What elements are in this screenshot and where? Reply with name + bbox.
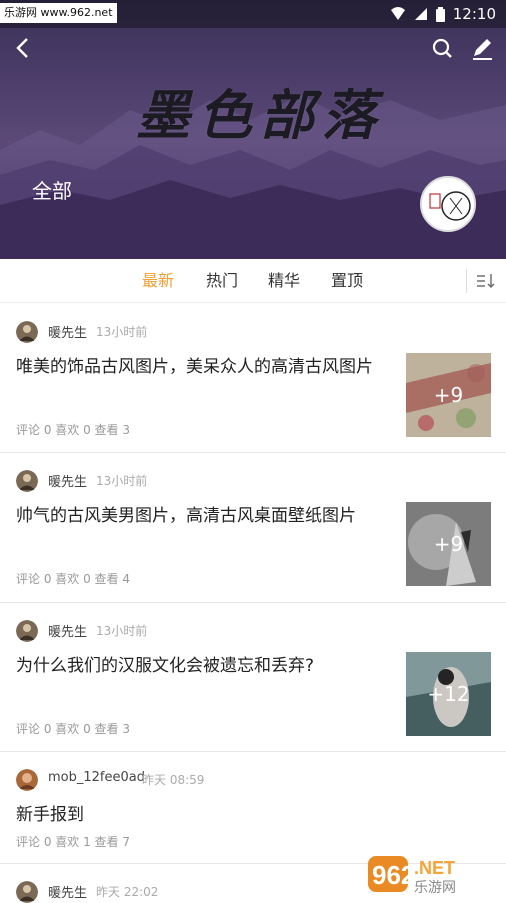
post-thumbnail[interactable]: +9 — [406, 502, 491, 586]
category-label[interactable]: 全部 — [32, 175, 72, 204]
post-title[interactable]: 帅气的古风美男图片，高清古风桌面壁纸图片 — [16, 501, 356, 526]
post-author[interactable]: 暖先生 — [48, 471, 87, 490]
compose-button[interactable] — [468, 34, 498, 64]
status-icons: 12:10 — [390, 4, 496, 24]
tab-bar: 最新 热门 精华 置顶 — [0, 259, 506, 303]
avatar[interactable] — [16, 620, 38, 642]
post-thumbnail[interactable]: +9 — [406, 353, 491, 437]
signal-icon — [414, 8, 427, 20]
post-title[interactable]: 唯美的饰品古风图片，美呆众人的高清古风图片 — [16, 352, 373, 377]
post-item[interactable]: 暖先生 13小时前 唯美的饰品古风图片，美呆众人的高清古风图片 评论 0 喜欢 … — [0, 304, 506, 453]
post-author[interactable]: 暖先生 — [48, 322, 87, 341]
post-stats: 评论 0 喜欢 0 查看 3 — [16, 423, 130, 437]
site-watermark: 乐游网 www.962.net — [0, 3, 117, 23]
tab-hot[interactable]: 热门 — [206, 259, 238, 303]
post-stats: 评论 0 喜欢 0 查看 3 — [16, 722, 130, 736]
svg-text:962: 962 — [372, 860, 415, 890]
post-item[interactable]: 暖先生 13小时前 帅气的古风美男图片，高清古风桌面壁纸图片 评论 0 喜欢 0… — [0, 453, 506, 603]
header-banner: 乐游网 www.962.net 12:10 墨色部落 全部 — [0, 0, 506, 259]
post-stats: 评论 0 喜欢 1 查看 7 — [16, 835, 130, 849]
image-count: +9 — [406, 502, 491, 586]
sort-icon — [477, 274, 495, 288]
pencil-icon — [473, 39, 492, 60]
search-icon — [432, 38, 452, 58]
back-arrow-icon — [16, 38, 28, 58]
post-stats: 评论 0 喜欢 0 查看 4 — [16, 572, 130, 586]
post-time: 昨天 08:59 — [142, 773, 205, 787]
post-author[interactable]: mob_12fee0ad — [48, 770, 145, 785]
svg-text:.NET: .NET — [414, 858, 455, 878]
tab-featured[interactable]: 精华 — [268, 259, 300, 303]
site-watermark-logo: 962 .NET 乐游网 — [368, 850, 502, 896]
clock: 12:10 — [452, 5, 496, 23]
tab-pinned[interactable]: 置顶 — [331, 259, 363, 303]
group-avatar[interactable] — [420, 176, 476, 232]
post-item[interactable]: 暖先生 13小时前 为什么我们的汉服文化会被遗忘和丢弃? 评论 0 喜欢 0 查… — [0, 603, 506, 752]
back-button[interactable] — [10, 34, 40, 64]
avatar[interactable] — [16, 769, 38, 791]
image-count: +12 — [406, 652, 491, 736]
tab-latest[interactable]: 最新 — [142, 259, 174, 303]
avatar[interactable] — [16, 321, 38, 343]
post-time: 13小时前 — [96, 325, 148, 339]
post-time: 13小时前 — [96, 624, 148, 638]
avatar[interactable] — [16, 470, 38, 492]
wifi-icon — [390, 7, 405, 20]
sort-button[interactable] — [466, 269, 498, 293]
image-count: +9 — [406, 353, 491, 437]
post-thumbnail[interactable]: +12 — [406, 652, 491, 736]
post-item[interactable]: mob_12fee0ad 昨天 08:59 新手报到 评论 0 喜欢 1 查看 … — [0, 752, 506, 864]
post-author[interactable]: 暖先生 — [48, 621, 87, 640]
post-title[interactable]: 新手报到 — [16, 800, 84, 825]
post-time: 昨天 22:02 — [96, 885, 159, 899]
search-button[interactable] — [428, 34, 458, 64]
group-title: 墨色部落 — [136, 83, 384, 147]
post-title[interactable]: 为什么我们的汉服文化会被遗忘和丢弃? — [16, 651, 314, 676]
svg-text:乐游网: 乐游网 — [414, 880, 456, 896]
post-time: 13小时前 — [96, 474, 148, 488]
battery-icon — [435, 6, 445, 22]
post-author[interactable]: 暖先生 — [48, 882, 87, 901]
